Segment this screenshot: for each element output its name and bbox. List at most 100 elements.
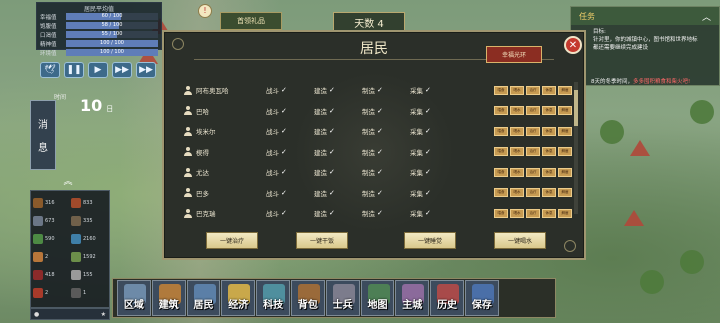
job-toggle[interactable]: 战斗 ✓ [266,106,314,116]
nav-item-history[interactable]: 历史 [430,280,464,316]
job-toggle[interactable]: 战斗 ✓ [266,188,314,198]
resident-action-button[interactable]: 解雇 [558,85,572,95]
pause-icon[interactable]: ❚❚ [64,62,84,78]
resident-action-button[interactable]: 休息 [542,147,556,157]
job-toggle[interactable]: 制造 ✓ [362,167,410,177]
job-toggle[interactable]: 采集 ✓ [410,167,458,177]
nav-item-main-city[interactable]: 主城 [395,280,430,316]
job-toggle[interactable]: 战斗 ✓ [266,85,314,95]
job-toggle[interactable]: 制造 ✓ [362,106,410,116]
nav-item-economy[interactable]: 经济 [221,280,256,316]
resident-action-button[interactable]: 喂食 [494,208,508,218]
job-toggle[interactable]: 建造 ✓ [314,167,362,177]
job-toggle[interactable]: 制造 ✓ [362,126,410,136]
message-tab[interactable]: 消 息 [30,100,56,170]
close-icon[interactable]: ✕ [564,36,582,54]
job-toggle[interactable]: 战斗 ✓ [266,126,314,136]
job-toggle[interactable]: 采集 ✓ [410,208,458,218]
nav-item-label: 区域 [123,300,144,311]
resident-action-button[interactable]: 解雇 [558,106,572,116]
resident-action-button[interactable]: 喂食 [494,85,508,95]
resident-action-button[interactable]: 治疗 [526,147,540,157]
resident-action-button[interactable]: 治疗 [526,188,540,198]
resident-action-button[interactable]: 解雇 [558,126,572,136]
job-label: 制造 [362,107,375,116]
resident-action-button[interactable]: 治疗 [526,208,540,218]
resident-action-button[interactable]: 喝水 [510,106,524,116]
resident-action-button[interactable]: 喂食 [494,147,508,157]
weapon-icon [33,288,43,298]
message-tab-label-1: 消 [38,120,48,131]
nav-item-building[interactable]: 建筑 [151,280,186,316]
resident-action-button[interactable]: 喝水 [510,208,524,218]
checkmark-icon: ✓ [377,147,383,156]
resident-action-button[interactable]: 休息 [542,126,556,136]
resident-action-button[interactable]: 喂食 [494,106,508,116]
resident-action-button[interactable]: 解雇 [558,208,572,218]
job-toggle[interactable]: 建造 ✓ [314,85,362,95]
nav-item-region[interactable]: 区域 [117,280,151,316]
resident-list-scrollbar[interactable] [574,82,578,214]
resident-action-button[interactable]: 治疗 [526,167,540,177]
fast-forward-icon[interactable]: ▶▶ [112,62,132,78]
bird-icon[interactable]: 🕊 [40,62,60,78]
job-toggle[interactable]: 战斗 ✓ [266,208,314,218]
resident-action-button[interactable]: 休息 [542,85,556,95]
collapse-resources-icon[interactable]: ︽ [60,178,76,187]
nav-item-soldier[interactable]: 士兵 [325,280,360,316]
collapse-quest-icon[interactable]: ︿ [702,10,711,23]
job-toggle[interactable]: 战斗 ✓ [266,167,314,177]
resident-action-button[interactable]: 治疗 [526,106,540,116]
resident-action-button[interactable]: 喝水 [510,188,524,198]
resource-footer-left-icon[interactable]: ● [34,311,39,318]
resident-action-button[interactable]: 喂食 [494,126,508,136]
resident-action-button[interactable]: 喂食 [494,167,508,177]
job-toggle[interactable]: 制造 ✓ [362,85,410,95]
resident-action-button[interactable]: 喝水 [510,126,524,136]
bulk-action-button[interactable]: 一键睡觉 [404,232,456,249]
job-toggle[interactable]: 制造 ✓ [362,208,410,218]
nav-item-backpack[interactable]: 背包 [290,280,325,316]
resident-action-button[interactable]: 解雇 [558,147,572,157]
fastest-forward-icon[interactable]: ▶▶ [136,62,156,78]
job-toggle[interactable]: 采集 ✓ [410,188,458,198]
bulk-action-button[interactable]: 一键治疗 [206,232,258,249]
resident-action-button[interactable]: 喝水 [510,147,524,157]
stat-value: 58 / 100 [101,22,123,28]
job-toggle[interactable]: 制造 ✓ [362,147,410,157]
job-toggle[interactable]: 建造 ✓ [314,106,362,116]
resident-action-button[interactable]: 解雇 [558,167,572,177]
resident-action-button[interactable]: 休息 [542,188,556,198]
job-toggle[interactable]: 采集 ✓ [410,106,458,116]
leader-gift-button[interactable]: 首领礼品 [220,12,282,30]
job-toggle[interactable]: 建造 ✓ [314,208,362,218]
notice-icon[interactable]: ! [198,4,212,18]
play-icon[interactable]: ▶ [88,62,108,78]
nav-item-save[interactable]: 保存 [464,280,499,316]
job-toggle[interactable]: 采集 ✓ [410,147,458,157]
nav-item-residents[interactable]: 居民 [186,280,221,316]
resident-action-button[interactable]: 休息 [542,106,556,116]
job-toggle[interactable]: 采集 ✓ [410,85,458,95]
nav-item-map[interactable]: 地图 [360,280,395,316]
resident-action-button[interactable]: 休息 [542,167,556,177]
resident-action-button[interactable]: 治疗 [526,85,540,95]
job-toggle[interactable]: 采集 ✓ [410,126,458,136]
job-toggle[interactable]: 战斗 ✓ [266,147,314,157]
resource-footer-right-icon[interactable]: ★ [101,311,106,318]
job-toggle[interactable]: 建造 ✓ [314,147,362,157]
resident-action-button[interactable]: 喝水 [510,85,524,95]
resident-action-button[interactable]: 喂食 [494,188,508,198]
resident-action-button[interactable]: 喝水 [510,167,524,177]
resident-action-button[interactable]: 治疗 [526,126,540,136]
resident-action-button[interactable]: 解雇 [558,188,572,198]
happiness-aura-button[interactable]: 幸福光环 [486,46,542,63]
bulk-action-button[interactable]: 一键喝水 [494,232,546,249]
job-toggle[interactable]: 建造 ✓ [314,188,362,198]
resident-action-button[interactable]: 休息 [542,208,556,218]
nav-item-technology[interactable]: 科技 [256,280,290,316]
job-toggle[interactable]: 建造 ✓ [314,126,362,136]
job-toggle[interactable]: 制造 ✓ [362,188,410,198]
resident-list: 阿布奥瓦哈 战斗 ✓ 建造 ✓ 制造 ✓ 采集 ✓ 喂食 喝水 治疗 休息 解雇 巴哈 战斗 ✓ 建造 ✓ 制造 ✓ 采集… [178,80,578,218]
bulk-action-button[interactable]: 一键干饭 [296,232,348,249]
